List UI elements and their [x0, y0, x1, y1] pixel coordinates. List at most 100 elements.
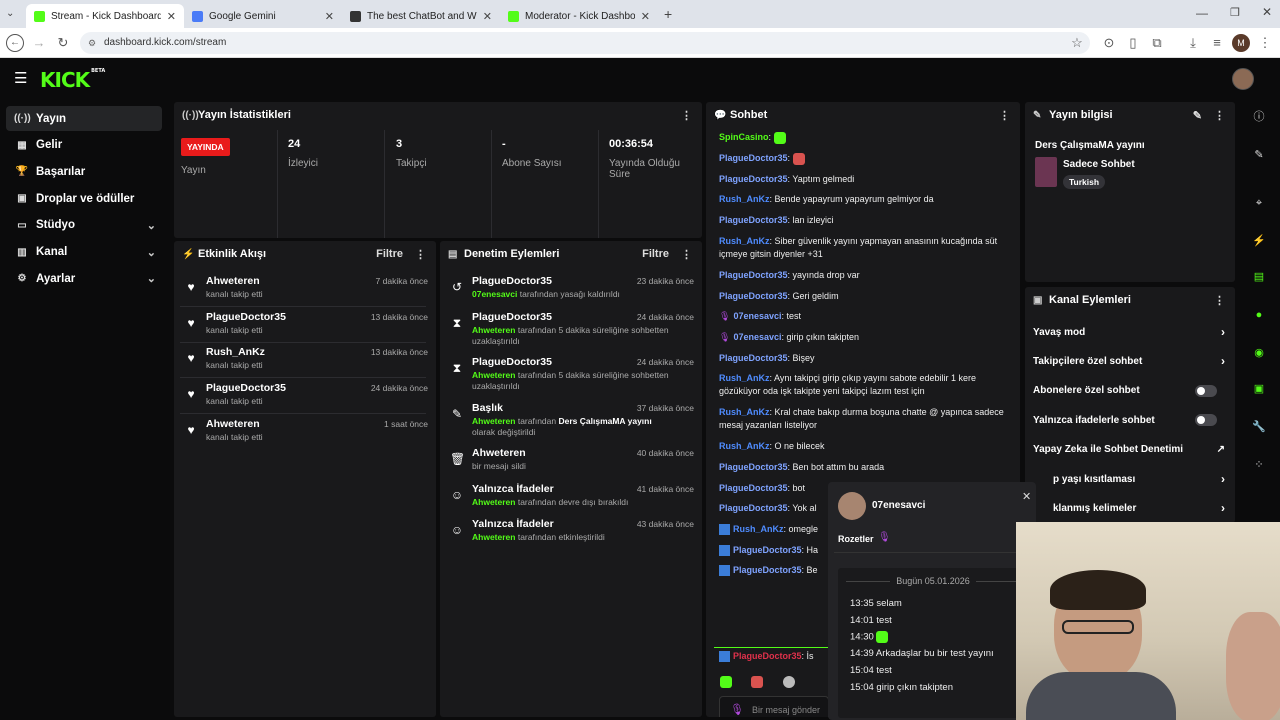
channel-action-row[interactable]: Yalnızca ifadelerle sohbet — [1033, 409, 1225, 431]
more-options-icon[interactable]: ⋮ — [681, 109, 692, 122]
emote-icon[interactable] — [751, 675, 764, 688]
chat-username[interactable]: PlagueDoctor35 — [733, 545, 802, 555]
chat-username[interactable]: SpinCasino — [719, 132, 769, 142]
puzzle-icon[interactable]: ⧉ — [1148, 34, 1166, 52]
chat-username[interactable]: Rush_AnKz — [719, 407, 770, 417]
tab-close-icon[interactable]: ✕ — [167, 10, 176, 23]
activity-username[interactable]: PlagueDoctor35 — [206, 382, 286, 394]
chat-username[interactable]: Rush_AnKz — [719, 194, 770, 204]
chat-username[interactable]: PlagueDoctor35 — [719, 353, 788, 363]
chat-username[interactable]: PlagueDoctor35 — [719, 215, 788, 225]
edit-icon[interactable]: ✎ — [1193, 109, 1202, 122]
chevron-down-icon[interactable]: ⌄ — [147, 272, 156, 285]
actor-name[interactable]: Ahweteren — [472, 325, 515, 335]
sidebar-item[interactable]: ((·)) Yayın — [6, 106, 162, 131]
channel-action-row[interactable]: klanmış kelimeler › — [1033, 497, 1225, 519]
forward-arrow-icon[interactable]: → — [30, 34, 48, 52]
browser-tab[interactable]: The best ChatBot and Widgets ✕ — [342, 4, 500, 28]
actor-name[interactable]: Ahweteren — [472, 532, 515, 542]
more-options-icon[interactable]: ⋮ — [1214, 294, 1225, 307]
emote-icon[interactable] — [720, 675, 732, 688]
activity-username[interactable]: PlagueDoctor35 — [206, 311, 286, 323]
toggle-switch[interactable] — [1195, 384, 1217, 397]
close-window-button[interactable]: ✕ — [1262, 5, 1272, 19]
chat-username[interactable]: PlagueDoctor35 — [719, 174, 788, 184]
actor-name[interactable]: Ahweteren — [472, 370, 515, 380]
tab-close-icon[interactable]: ✕ — [325, 10, 334, 23]
chat-username[interactable]: Rush_AnKz — [719, 236, 770, 246]
channel-action-row[interactable]: Takipçilere özel sohbet › — [1033, 350, 1225, 372]
extension-icon[interactable]: ⊙ — [1100, 34, 1118, 52]
activity-username[interactable]: Ahweteren — [206, 418, 260, 430]
moderation-target[interactable]: Ahweteren — [472, 447, 526, 459]
chat-username[interactable]: 07enesavci — [733, 311, 781, 321]
broadcast-icon[interactable]: ◉ — [1250, 344, 1268, 362]
sidebar-item[interactable]: ⚙ Ayarlar ⌄ — [6, 266, 162, 291]
actor-name[interactable]: 07enesavci — [472, 289, 517, 299]
user-avatar[interactable] — [1232, 68, 1254, 90]
new-tab-button[interactable]: + — [664, 6, 672, 22]
tab-close-icon[interactable]: ✕ — [483, 10, 492, 23]
back-arrow-icon[interactable]: ← — [6, 34, 24, 52]
site-info-icon[interactable]: ⚙ — [88, 32, 96, 54]
more-options-icon[interactable]: ⋮ — [681, 248, 692, 261]
chat-username[interactable]: PlagueDoctor35 — [719, 153, 788, 163]
pencil-icon[interactable]: ✎ — [1250, 146, 1268, 164]
sidebar-item[interactable]: ▣ Droplar ve ödüller — [6, 186, 162, 211]
filter-button[interactable]: Filtre — [376, 248, 403, 260]
sidebar-item[interactable]: 🏆 Başarılar — [6, 159, 162, 184]
chat-username[interactable]: 07enesavci — [733, 332, 781, 342]
hamburger-menu-icon[interactable]: ☰ — [14, 69, 27, 87]
chat-username[interactable]: Rush_AnKz — [719, 373, 770, 383]
chat-username[interactable]: PlagueDoctor35 — [733, 565, 802, 575]
tab-close-icon[interactable]: ✕ — [641, 10, 650, 23]
more-options-icon[interactable]: ⋮ — [1214, 109, 1225, 122]
channel-action-row[interactable]: Abonelere özel sohbet — [1033, 380, 1225, 402]
emote-icon[interactable] — [782, 675, 795, 688]
bookmark-star-icon[interactable]: ☆ — [1068, 34, 1086, 52]
chat-username[interactable]: PlagueDoctor35 — [719, 270, 788, 280]
grid-icon[interactable]: ⁘ — [1250, 456, 1268, 474]
moderation-target[interactable]: Yalnızca İfadeler — [472, 483, 554, 495]
browser-tab[interactable]: Google Gemini ✕ — [184, 4, 342, 28]
minimize-button[interactable]: — — [1196, 6, 1208, 20]
bolt-icon[interactable]: ⚡ — [1250, 232, 1268, 250]
browser-menu-icon[interactable]: ⋮ — [1256, 34, 1274, 52]
sidebar-item[interactable]: ▥ Kanal ⌄ — [6, 240, 162, 265]
channel-action-row[interactable]: p yaşı kısıtlaması › — [1033, 468, 1225, 490]
chat-bubble-icon[interactable]: ● — [1250, 306, 1268, 324]
close-icon[interactable]: ✕ — [1022, 490, 1031, 503]
sidebar-item[interactable]: ▭ Stüdyo ⌄ — [6, 213, 162, 238]
chat-username[interactable]: PlagueDoctor35 — [719, 483, 788, 493]
more-options-icon[interactable]: ⋮ — [415, 248, 426, 261]
chat-username[interactable]: Rush_AnKz — [719, 441, 770, 451]
profile-avatar[interactable]: M — [1232, 34, 1250, 52]
phone-icon[interactable]: ▯ — [1124, 34, 1142, 52]
chevron-down-icon[interactable]: ⌄ — [147, 219, 156, 232]
browser-tab[interactable]: Moderator - Kick Dashboard ✕ — [500, 4, 658, 28]
activity-username[interactable]: Rush_AnKz — [206, 346, 265, 358]
toggle-switch[interactable] — [1195, 414, 1217, 427]
user-card-username[interactable]: 07enesavci — [872, 500, 925, 511]
moderation-target[interactable]: Yalnızca İfadeler — [472, 518, 554, 530]
more-options-icon[interactable]: ⋮ — [999, 109, 1010, 122]
actor-name[interactable]: Ahweteren — [472, 416, 515, 426]
chat-username[interactable]: Rush_AnKz — [733, 524, 784, 534]
moderation-target[interactable]: PlagueDoctor35 — [472, 275, 552, 287]
activity-username[interactable]: Ahweteren — [206, 275, 260, 287]
chat-username[interactable]: PlagueDoctor35 — [719, 291, 788, 301]
moderation-target[interactable]: Başlık — [472, 402, 503, 414]
chevron-down-icon[interactable]: ⌄ — [147, 246, 156, 259]
filter-button[interactable]: Filtre — [642, 248, 669, 260]
download-icon[interactable]: ⤓ — [1184, 34, 1202, 52]
reload-icon[interactable]: ↻ — [54, 34, 72, 52]
chat-username[interactable]: PlagueDoctor35 — [733, 651, 802, 661]
moderation-target[interactable]: PlagueDoctor35 — [472, 311, 552, 323]
url-field[interactable]: ⚙ dashboard.kick.com/stream — [80, 32, 1090, 54]
sidebar-item[interactable]: ▦ Gelir — [6, 133, 162, 158]
chevron-right-icon[interactable]: › — [1221, 472, 1225, 486]
chevron-right-icon[interactable]: › — [1221, 354, 1225, 368]
chat-input[interactable]: 🎙 Bir mesaj gönder — [719, 696, 829, 717]
briefcase-icon[interactable]: ▣ — [1250, 380, 1268, 398]
actor-name[interactable]: Ahweteren — [472, 497, 515, 507]
